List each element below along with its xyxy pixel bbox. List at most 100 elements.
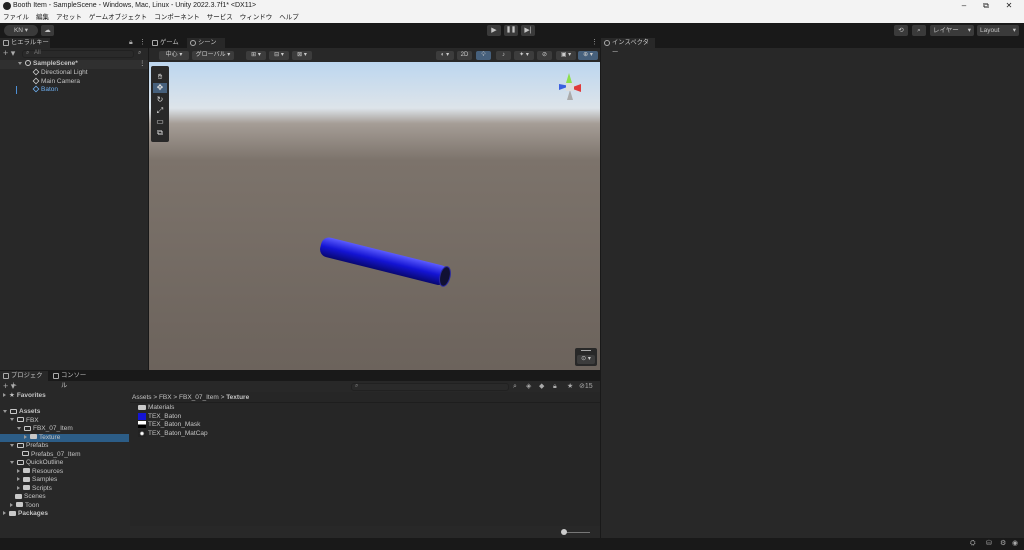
breadcrumb-assets[interactable]: Assets — [132, 394, 152, 401]
tree-item-scripts[interactable]: Scripts — [17, 485, 52, 494]
tree-item-fbx-07-item[interactable]: FBX_07_Item — [17, 425, 73, 434]
tree-item-label: FBX — [26, 416, 39, 424]
auto-generate-lighting-icon[interactable]: ⛭ — [970, 539, 976, 548]
history-button[interactable]: ⟲ — [894, 25, 908, 36]
menu-assets[interactable]: アセット — [56, 12, 82, 23]
tab-scene[interactable]: シーン — [187, 38, 225, 48]
effects-button[interactable]: ✦ ▾ — [514, 51, 534, 60]
kebab-menu-icon[interactable]: ⋮ — [139, 38, 146, 47]
account-button[interactable]: KN ▾ — [4, 25, 38, 36]
tree-item-toon[interactable]: Toon — [10, 502, 39, 511]
lock-icon[interactable]: 🔒︎ — [129, 38, 133, 47]
tree-item-quickoutline[interactable]: QuickOutline — [10, 459, 63, 468]
transform-tool-button[interactable]: ⧉ — [153, 128, 167, 138]
breadcrumb-fbx-07-item[interactable]: FBX_07_Item — [179, 394, 219, 401]
kebab-menu-icon[interactable]: ⋮ — [139, 60, 146, 69]
lighting-toggle[interactable]: 💡︎ — [476, 51, 491, 60]
pause-button[interactable]: ❚❚ — [504, 25, 518, 36]
menu-gameobject[interactable]: ゲームオブジェクト — [89, 12, 147, 23]
close-button[interactable]: ✕ — [999, 0, 1019, 12]
tab-console[interactable]: コンソール — [50, 371, 92, 389]
camera-settings-button[interactable]: ▣ ▾ — [556, 51, 576, 60]
tree-item-prefabs[interactable]: Prefabs — [10, 442, 48, 451]
folder-open-icon — [24, 425, 31, 431]
cache-server-icon[interactable]: ⛁ — [986, 539, 992, 548]
tree-item-prefabs-07-item[interactable]: Prefabs_07_Item — [22, 451, 81, 460]
tree-item-fbx[interactable]: FBX — [10, 417, 39, 426]
rect-tool-button[interactable]: ▭ — [153, 117, 167, 127]
tab-inspector[interactable]: インスペクター — [601, 38, 655, 56]
search-by-type-icon[interactable]: ⌕ — [513, 382, 517, 391]
layers-dropdown[interactable]: レイヤー ▾ — [930, 25, 974, 36]
notifications-icon[interactable]: ◉ — [1012, 539, 1018, 548]
hidden-packages-button[interactable]: ⊘15 — [579, 382, 593, 391]
icon-size-slider-thumb[interactable] — [561, 529, 567, 535]
baton-object[interactable] — [309, 230, 459, 300]
kebab-menu-icon[interactable]: ⋮ — [591, 38, 598, 47]
cloud-button[interactable]: ☁ — [41, 25, 54, 36]
gizmos-button[interactable]: ⊕ ▾ — [578, 51, 598, 60]
tree-item-main-camera[interactable]: Main Camera — [32, 77, 81, 87]
hand-tool-button[interactable]: ✋︎ — [153, 72, 167, 82]
filter-icon[interactable]: ⌕ — [138, 49, 141, 58]
overlay-camera-button[interactable]: ⊙ ▾ — [577, 355, 595, 364]
breadcrumb-fbx[interactable]: FBX — [159, 394, 172, 401]
scale-tool-button[interactable]: ⤢ — [153, 106, 167, 116]
snap-settings-button[interactable]: ⊟ ▾ — [269, 51, 289, 60]
console-icon — [53, 373, 59, 379]
rotate-tool-button[interactable]: ↻ — [153, 95, 167, 105]
debug-mode-icon[interactable]: ⚙ — [1000, 539, 1006, 548]
favorite-star-icon[interactable]: ★ — [567, 382, 573, 391]
hierarchy-tab-icon — [3, 40, 9, 46]
menu-window[interactable]: ウィンドウ — [240, 12, 273, 23]
search-button[interactable]: ⌕ — [912, 25, 926, 36]
search-by-label-icon[interactable]: ◈ — [526, 382, 531, 391]
tree-item-scene[interactable]: SampleScene* ⋮ — [0, 60, 148, 69]
minimize-button[interactable]: – — [954, 0, 974, 12]
lock-icon[interactable]: 🔒︎ — [553, 382, 557, 391]
file-item-tex-baton[interactable]: TEX_Baton — [138, 412, 181, 422]
file-item-tex-baton-mask[interactable]: TEX_Baton_Mask — [138, 421, 200, 430]
menu-edit[interactable]: 編集 — [36, 12, 49, 23]
global-dropdown[interactable]: グローバル ▾ — [192, 51, 234, 60]
tab-project[interactable]: プロジェクト — [0, 371, 48, 389]
tag-icon[interactable]: ◆ — [539, 382, 544, 391]
scene-viewport[interactable]: ✋︎ ✥ ↻ ⤢ ▭ ⧉ ⊙ ▾ — [149, 62, 600, 370]
pivot-dropdown[interactable]: 中心 ▾ — [159, 51, 189, 60]
2d-mode-button[interactable]: 2D — [457, 51, 472, 60]
tab-hierarchy[interactable]: ヒエラルキー — [0, 38, 50, 48]
tree-item-scenes[interactable]: Scenes — [15, 493, 46, 502]
hierarchy-search-input[interactable]: ⌕ All — [22, 50, 134, 58]
layout-dropdown[interactable]: Layout ▾ — [977, 25, 1019, 36]
tab-game[interactable]: ゲーム — [149, 38, 185, 48]
project-search-input[interactable]: ⌕ — [351, 383, 509, 391]
add-object-button[interactable]: + ▾ — [3, 49, 15, 58]
restore-button[interactable]: ⧉ — [976, 0, 996, 12]
tree-item-assets[interactable]: Assets — [3, 408, 40, 417]
tree-item-samples[interactable]: Samples — [17, 476, 57, 485]
menu-help[interactable]: ヘルプ — [279, 12, 299, 23]
menu-component[interactable]: コンポーネント — [154, 12, 200, 23]
tree-item-label: Main Camera — [41, 77, 81, 85]
increment-snap-button[interactable]: ⊠ ▾ — [292, 51, 312, 60]
grid-snap-button[interactable]: ⊞ ▾ — [246, 51, 266, 60]
hidden-objects-toggle[interactable]: ⊘ — [537, 51, 552, 60]
tree-item-baton[interactable]: Baton — [32, 85, 58, 95]
tree-item-resources[interactable]: Resources — [17, 468, 63, 477]
breadcrumb-texture[interactable]: Texture — [226, 394, 249, 401]
tree-item-favorites[interactable]: ★ Favorites — [3, 392, 46, 401]
play-button[interactable]: ▶ — [487, 25, 501, 36]
scene-orientation-gizmo[interactable] — [551, 68, 591, 114]
step-button[interactable]: ▶| — [521, 25, 535, 36]
menu-file[interactable]: ファイル — [3, 12, 29, 23]
tree-item-packages[interactable]: Packages — [3, 510, 48, 519]
create-asset-button[interactable]: + ▾ — [3, 382, 15, 391]
tree-item-directional-light[interactable]: Directional Light — [32, 68, 88, 78]
file-item-tex-baton-matcap[interactable]: TEX_Baton_MatCap — [138, 429, 208, 439]
move-tool-button[interactable]: ✥ — [153, 83, 167, 93]
audio-toggle[interactable]: ♪ — [496, 51, 511, 60]
file-item-materials[interactable]: Materials — [138, 404, 174, 413]
tree-item-texture[interactable]: Texture — [0, 433, 129, 442]
draw-mode-button[interactable]: ◐ ▾ — [436, 51, 454, 60]
menu-services[interactable]: サービス — [207, 12, 233, 23]
